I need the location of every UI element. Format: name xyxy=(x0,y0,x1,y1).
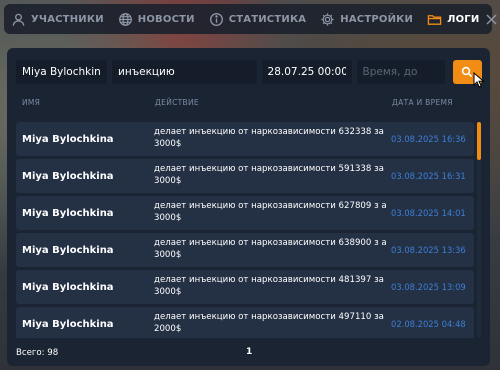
row-name: Miya Bylochkina xyxy=(22,282,114,293)
search-icon xyxy=(462,66,473,78)
column-header-action[interactable]: ДЕЙСТВИЕ xyxy=(155,98,199,107)
nav-tab-news-label: НОВОСТИ xyxy=(137,13,195,25)
logs-panel: ИМЯ ДЕЙСТВИЕ ДАТА И ВРЕМЯ Miya Bylochkin… xyxy=(7,48,490,366)
row-name: Miya Bylochkina xyxy=(22,171,114,182)
mouse-cursor-icon xyxy=(473,72,485,88)
pagination-page-1[interactable]: 1 xyxy=(246,347,252,357)
nav-tab-news[interactable]: НОВОСТИ xyxy=(111,4,202,34)
table-row[interactable]: Miya Bylochkina делает инъекцию от нарко… xyxy=(16,196,474,230)
date-from-input[interactable] xyxy=(261,60,352,84)
nav-tab-logs[interactable]: ЛОГИ xyxy=(420,4,486,34)
folder-icon xyxy=(427,14,442,25)
column-header-date[interactable]: ДАТА И ВРЕМЯ xyxy=(392,98,453,107)
date-to-input[interactable] xyxy=(356,60,445,84)
table-scrollbar[interactable] xyxy=(477,122,481,338)
row-date: 03.08.2025 13:36 xyxy=(391,245,466,255)
close-button[interactable] xyxy=(486,4,497,34)
log-table-body: Miya Bylochkina делает инъекцию от нарко… xyxy=(16,122,474,338)
scrollbar-thumb[interactable] xyxy=(477,122,481,160)
name-filter-input[interactable] xyxy=(16,60,107,84)
row-action: делает инъекцию от наркозависимости 4813… xyxy=(154,275,384,297)
table-row[interactable]: Miya Bylochkina делает инъекцию от нарко… xyxy=(16,270,474,304)
filter-bar xyxy=(16,60,482,84)
gear-icon xyxy=(321,12,334,26)
nav-tab-statistics-label: СТАТИСТИКА xyxy=(228,13,307,25)
row-name: Miya Bylochkina xyxy=(22,319,114,330)
column-header-name[interactable]: ИМЯ xyxy=(22,98,40,107)
table-row[interactable]: Miya Bylochkina делает инъекцию от нарко… xyxy=(16,233,474,267)
action-filter-input[interactable] xyxy=(112,60,257,84)
row-action: делает инъекцию от наркозависимости 6323… xyxy=(154,127,384,149)
row-action: делает инъекцию от наркозависимости 5913… xyxy=(154,164,384,186)
row-name: Miya Bylochkina xyxy=(22,134,114,145)
row-date: 03.08.2025 16:31 xyxy=(391,171,466,181)
table-row[interactable]: Miya Bylochkina делает инъекцию от нарко… xyxy=(16,307,474,338)
total-count: Всего: 98 xyxy=(16,348,59,358)
nav-tab-members[interactable]: УЧАСТНИКИ xyxy=(4,4,111,34)
row-name: Miya Bylochkina xyxy=(22,208,114,219)
nav-tab-settings[interactable]: НАСТРОЙКИ xyxy=(313,4,420,34)
top-nav: УЧАСТНИКИ НОВОСТИ СТАТИСТИКА НАСТРОЙКИ Л… xyxy=(4,4,497,34)
nav-tab-statistics[interactable]: СТАТИСТИКА xyxy=(202,4,314,34)
close-icon xyxy=(486,13,497,25)
row-action: делает инъекцию от наркозависимости 6278… xyxy=(154,201,387,223)
row-action: делает инъекцию от наркозависимости 4971… xyxy=(154,312,384,334)
table-row[interactable]: Miya Bylochkina делает инъекцию от нарко… xyxy=(16,122,474,156)
globe-icon xyxy=(118,12,132,26)
info-icon xyxy=(209,12,223,26)
table-header: ИМЯ ДЕЙСТВИЕ ДАТА И ВРЕМЯ xyxy=(16,98,482,110)
row-name: Miya Bylochkina xyxy=(22,245,114,256)
table-row[interactable]: Miya Bylochkina делает инъекцию от нарко… xyxy=(16,159,474,193)
user-icon xyxy=(12,13,25,26)
nav-tab-members-label: УЧАСТНИКИ xyxy=(31,13,104,25)
nav-tab-logs-label: ЛОГИ xyxy=(447,13,480,25)
row-date: 03.08.2025 13:09 xyxy=(391,282,466,292)
row-date: 02.08.2025 04:48 xyxy=(391,319,466,329)
row-action: делает инъекцию от наркозависимости 6389… xyxy=(154,238,387,260)
nav-tab-settings-label: НАСТРОЙКИ xyxy=(340,13,414,25)
row-date: 03.08.2025 14:01 xyxy=(391,208,466,218)
row-date: 03.08.2025 16:36 xyxy=(391,134,466,144)
